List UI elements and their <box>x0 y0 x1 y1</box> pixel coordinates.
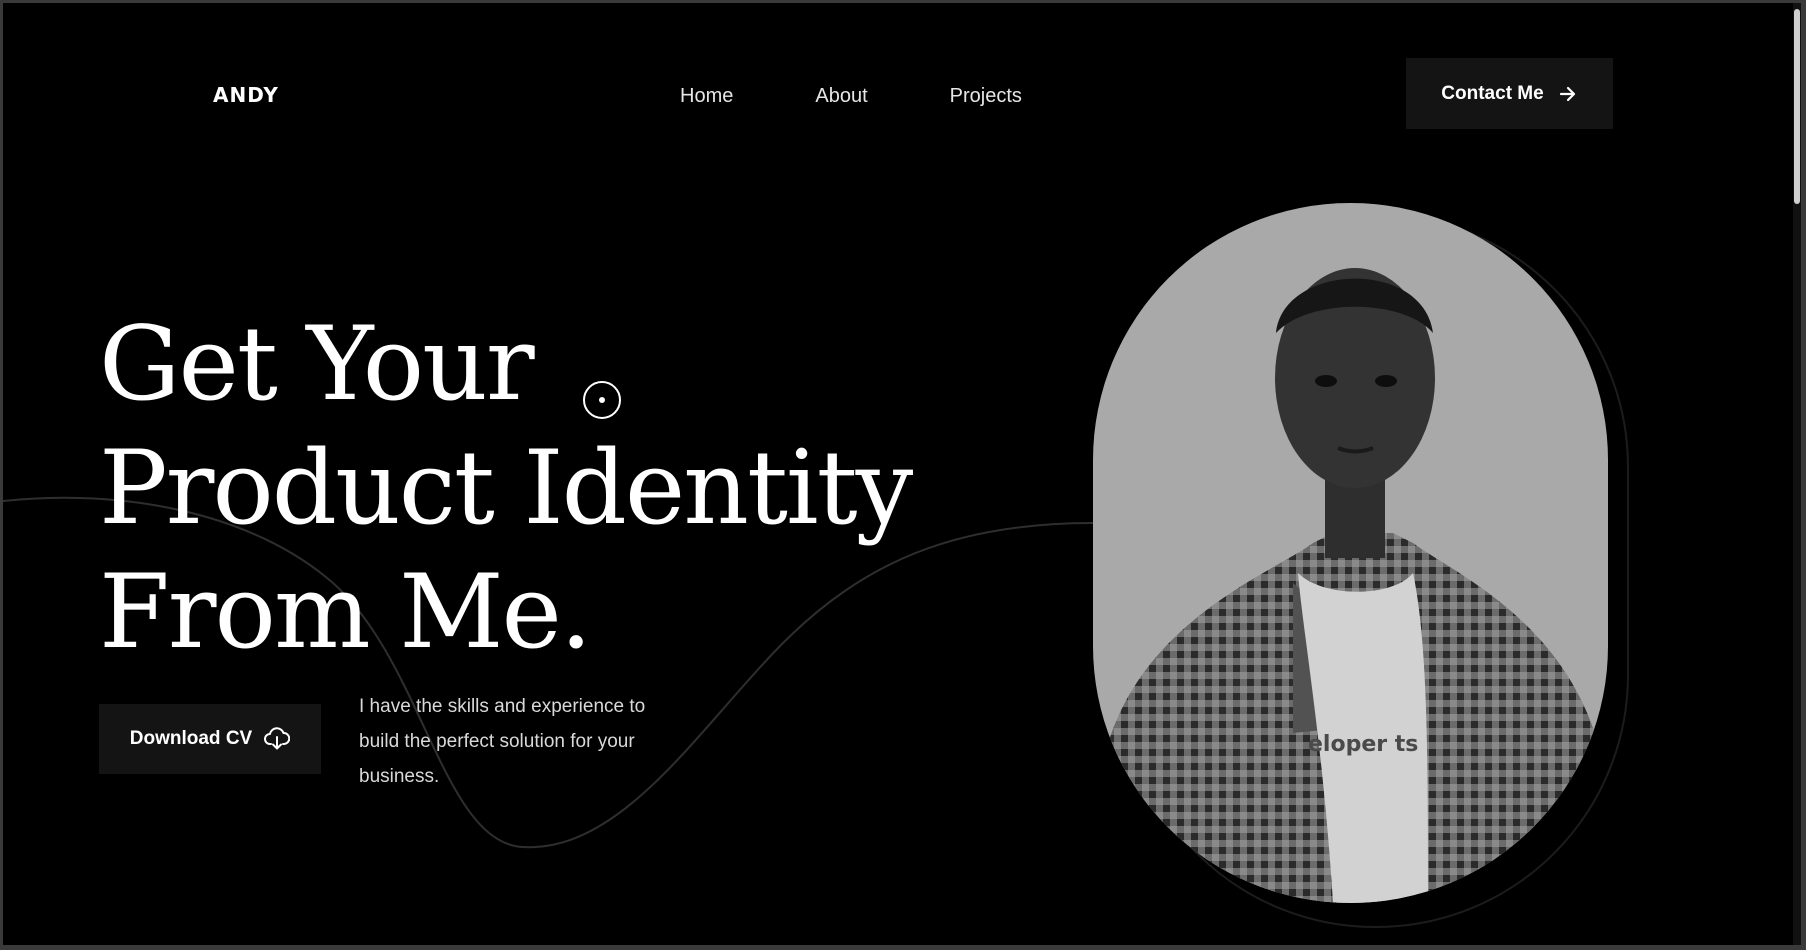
logo[interactable]: ANDY <box>213 83 279 107</box>
download-cv-label: Download CV <box>129 728 253 749</box>
hero-title-line-2: Product Identity <box>99 429 913 548</box>
nav-home[interactable]: Home <box>680 85 733 108</box>
portrait-image: eloper ts <box>1093 203 1629 928</box>
main-nav: Home About Projects <box>680 85 1104 108</box>
nav-projects[interactable]: Projects <box>950 85 1022 108</box>
download-cv-button[interactable]: Download CV <box>99 704 321 774</box>
scrollbar-thumb[interactable] <box>1794 9 1800 204</box>
hero-title: Get Your Product Identity From Me. <box>99 303 913 675</box>
shirt-text: eloper ts <box>1308 732 1418 757</box>
hero-title-line-1: Get Your <box>99 305 535 424</box>
nav-about[interactable]: About <box>815 85 867 108</box>
cloud-download-icon <box>264 727 291 750</box>
intro-text: I have the skills and experience to buil… <box>359 696 646 787</box>
page: ANDY Home About Projects Contact Me Get … <box>3 3 1801 945</box>
hero-title-line-3: From Me. <box>99 553 592 672</box>
target-icon <box>583 381 621 419</box>
scrollbar[interactable] <box>1793 3 1801 945</box>
contact-me-label: Contact Me <box>1441 82 1544 104</box>
contact-me-button[interactable]: Contact Me <box>1406 58 1613 129</box>
arrow-right-icon <box>1559 86 1575 101</box>
